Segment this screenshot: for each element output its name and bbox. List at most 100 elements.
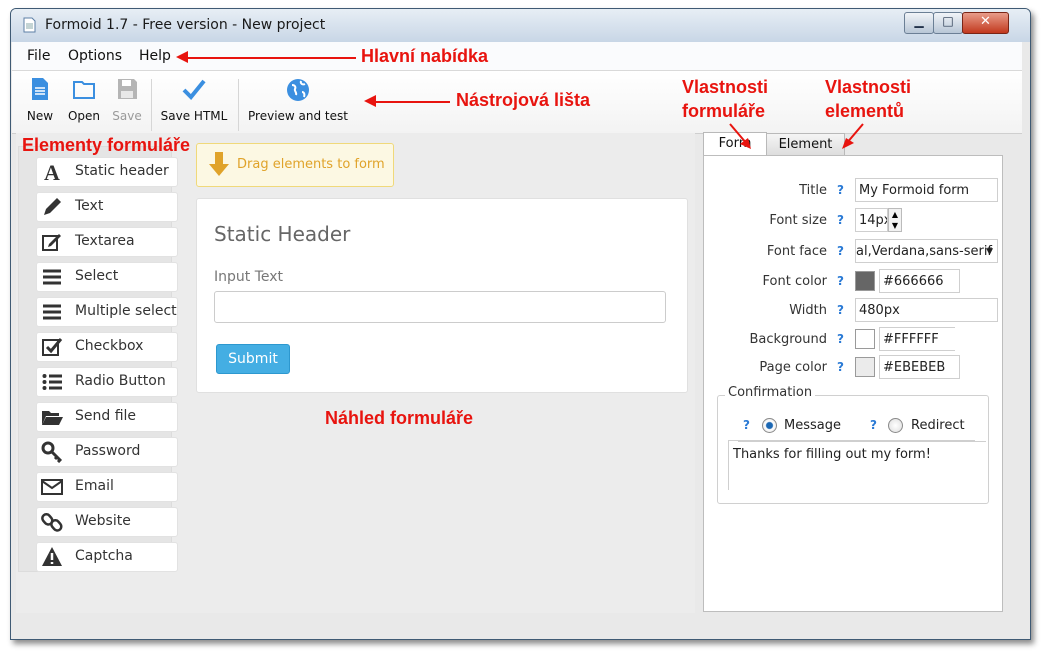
lines-icon [41,301,63,323]
message-radio-label[interactable]: Message [784,418,841,433]
new-label: New [26,109,54,123]
help-icon[interactable]: ? [837,332,844,346]
annotation-form-props: formuláře [682,101,766,121]
help-icon[interactable]: ? [837,213,844,227]
minimize-icon: ▁ [914,14,924,28]
element-label: Website [75,513,131,529]
element-label: Text [75,198,104,214]
element-label: Textarea [75,233,135,249]
save-html-label: Save HTML [160,109,228,123]
folder-open-icon [41,406,63,428]
letter-a-icon: A [41,160,63,185]
maximize-icon: □ [942,14,954,28]
element-email[interactable]: Email [36,472,178,502]
font-face-value: al,Verdana,sans-serif [856,244,993,259]
width-label: Width [789,303,827,318]
element-textarea[interactable]: Textarea [36,227,178,257]
preview-label: Preview and test [248,109,348,123]
element-checkbox[interactable]: Checkbox [36,332,178,362]
element-label: Select [75,268,119,284]
preview-submit-button[interactable]: Submit [216,344,290,374]
help-icon[interactable]: ? [743,418,750,432]
element-label: Multiple select [75,303,177,319]
help-icon[interactable]: ? [837,360,844,374]
annotation-element-props: elementů [825,101,905,121]
font-face-select[interactable]: al,Verdana,sans-serif ▼ [855,239,998,263]
close-button[interactable]: ✕ [962,12,1009,34]
redirect-radio[interactable] [888,418,903,433]
edit-box-icon [41,231,63,253]
element-send-file[interactable]: Send file [36,402,178,432]
help-icon[interactable]: ? [837,244,844,258]
annotation-arrow [368,101,450,103]
form-preview: Static Header Input Text Submit [196,198,688,393]
preview-text-input[interactable] [214,291,666,323]
element-radio-button[interactable]: Radio Button [36,367,178,397]
new-button[interactable]: New [24,77,56,123]
link-icon [41,511,63,533]
checkbox-icon [41,336,63,358]
element-text[interactable]: Text [36,192,178,222]
menu-help[interactable]: Help [139,48,171,64]
arrow-down-icon [729,123,751,149]
background-swatch[interactable] [855,329,875,349]
title-bar[interactable]: Formoid 1.7 - Free version - New project… [11,9,1030,42]
element-label: Checkbox [75,338,144,354]
element-label: Password [75,443,141,459]
title-label: Title [799,183,827,198]
toolbar-separator [238,79,239,131]
maximize-button[interactable]: □ [933,12,963,34]
window-title: Formoid 1.7 - Free version - New project [45,17,326,33]
font-size-input[interactable]: 14px [855,208,888,232]
font-color-swatch[interactable] [855,271,875,291]
page-color-input[interactable]: #EBEBEB [879,355,960,379]
menu-file[interactable]: File [27,48,50,64]
font-size-spinner[interactable]: ▲ ▼ [888,208,902,232]
annotation-form-elements: Elementy formuláře [22,135,191,155]
element-password[interactable]: Password [36,437,178,467]
element-select[interactable]: Select [36,262,178,292]
font-color-input[interactable]: #666666 [879,269,960,293]
save-html-button[interactable]: Save HTML [159,77,229,123]
folder-icon [73,81,95,99]
arrow-down-icon [842,123,864,149]
preview-button[interactable]: Preview and test [246,77,350,123]
annotation-form-preview: Náhled formuláře [325,408,474,428]
drop-zone[interactable]: Drag elements to form [196,143,394,187]
help-icon[interactable]: ? [837,274,844,288]
element-multiple-select[interactable]: Multiple select [36,297,178,327]
page-color-swatch[interactable] [855,357,875,377]
title-input[interactable]: My Formoid form [855,178,998,202]
list-bullets-icon [41,371,63,393]
help-icon[interactable]: ? [837,183,844,197]
background-label: Background [749,332,827,347]
message-radio[interactable] [762,418,777,433]
chevron-down-icon: ▼ [986,247,993,257]
element-label: Captcha [75,548,133,564]
save-button[interactable]: Save [110,77,144,123]
drop-hint: Drag elements to form [237,157,385,172]
menu-options[interactable]: Options [68,48,122,64]
minimize-button[interactable]: ▁ [904,12,934,34]
preview-static-header[interactable]: Static Header [214,222,350,246]
font-size-label: Font size [769,213,827,228]
element-website[interactable]: Website [36,507,178,537]
element-captcha[interactable]: Captcha [36,542,178,572]
annotation-element-props: Vlastnosti [825,77,912,97]
save-label: Save [112,109,142,123]
help-icon[interactable]: ? [837,303,844,317]
element-static-header[interactable]: A Static header [36,157,178,187]
new-document-icon [32,78,48,100]
close-icon: ✕ [980,14,991,29]
width-input[interactable]: 480px [855,298,998,322]
redirect-radio-label[interactable]: Redirect [911,418,965,433]
help-icon[interactable]: ? [870,418,877,432]
font-color-label: Font color [762,274,827,289]
document-icon [23,17,36,33]
tab-element[interactable]: Element [766,133,845,156]
open-button[interactable]: Open [66,77,102,123]
background-input[interactable]: #FFFFFF [879,327,955,351]
confirmation-message-textarea[interactable]: Thanks for filling out my form! [728,440,975,490]
svg-text:A: A [44,161,60,183]
arrow-left-icon [176,51,188,63]
